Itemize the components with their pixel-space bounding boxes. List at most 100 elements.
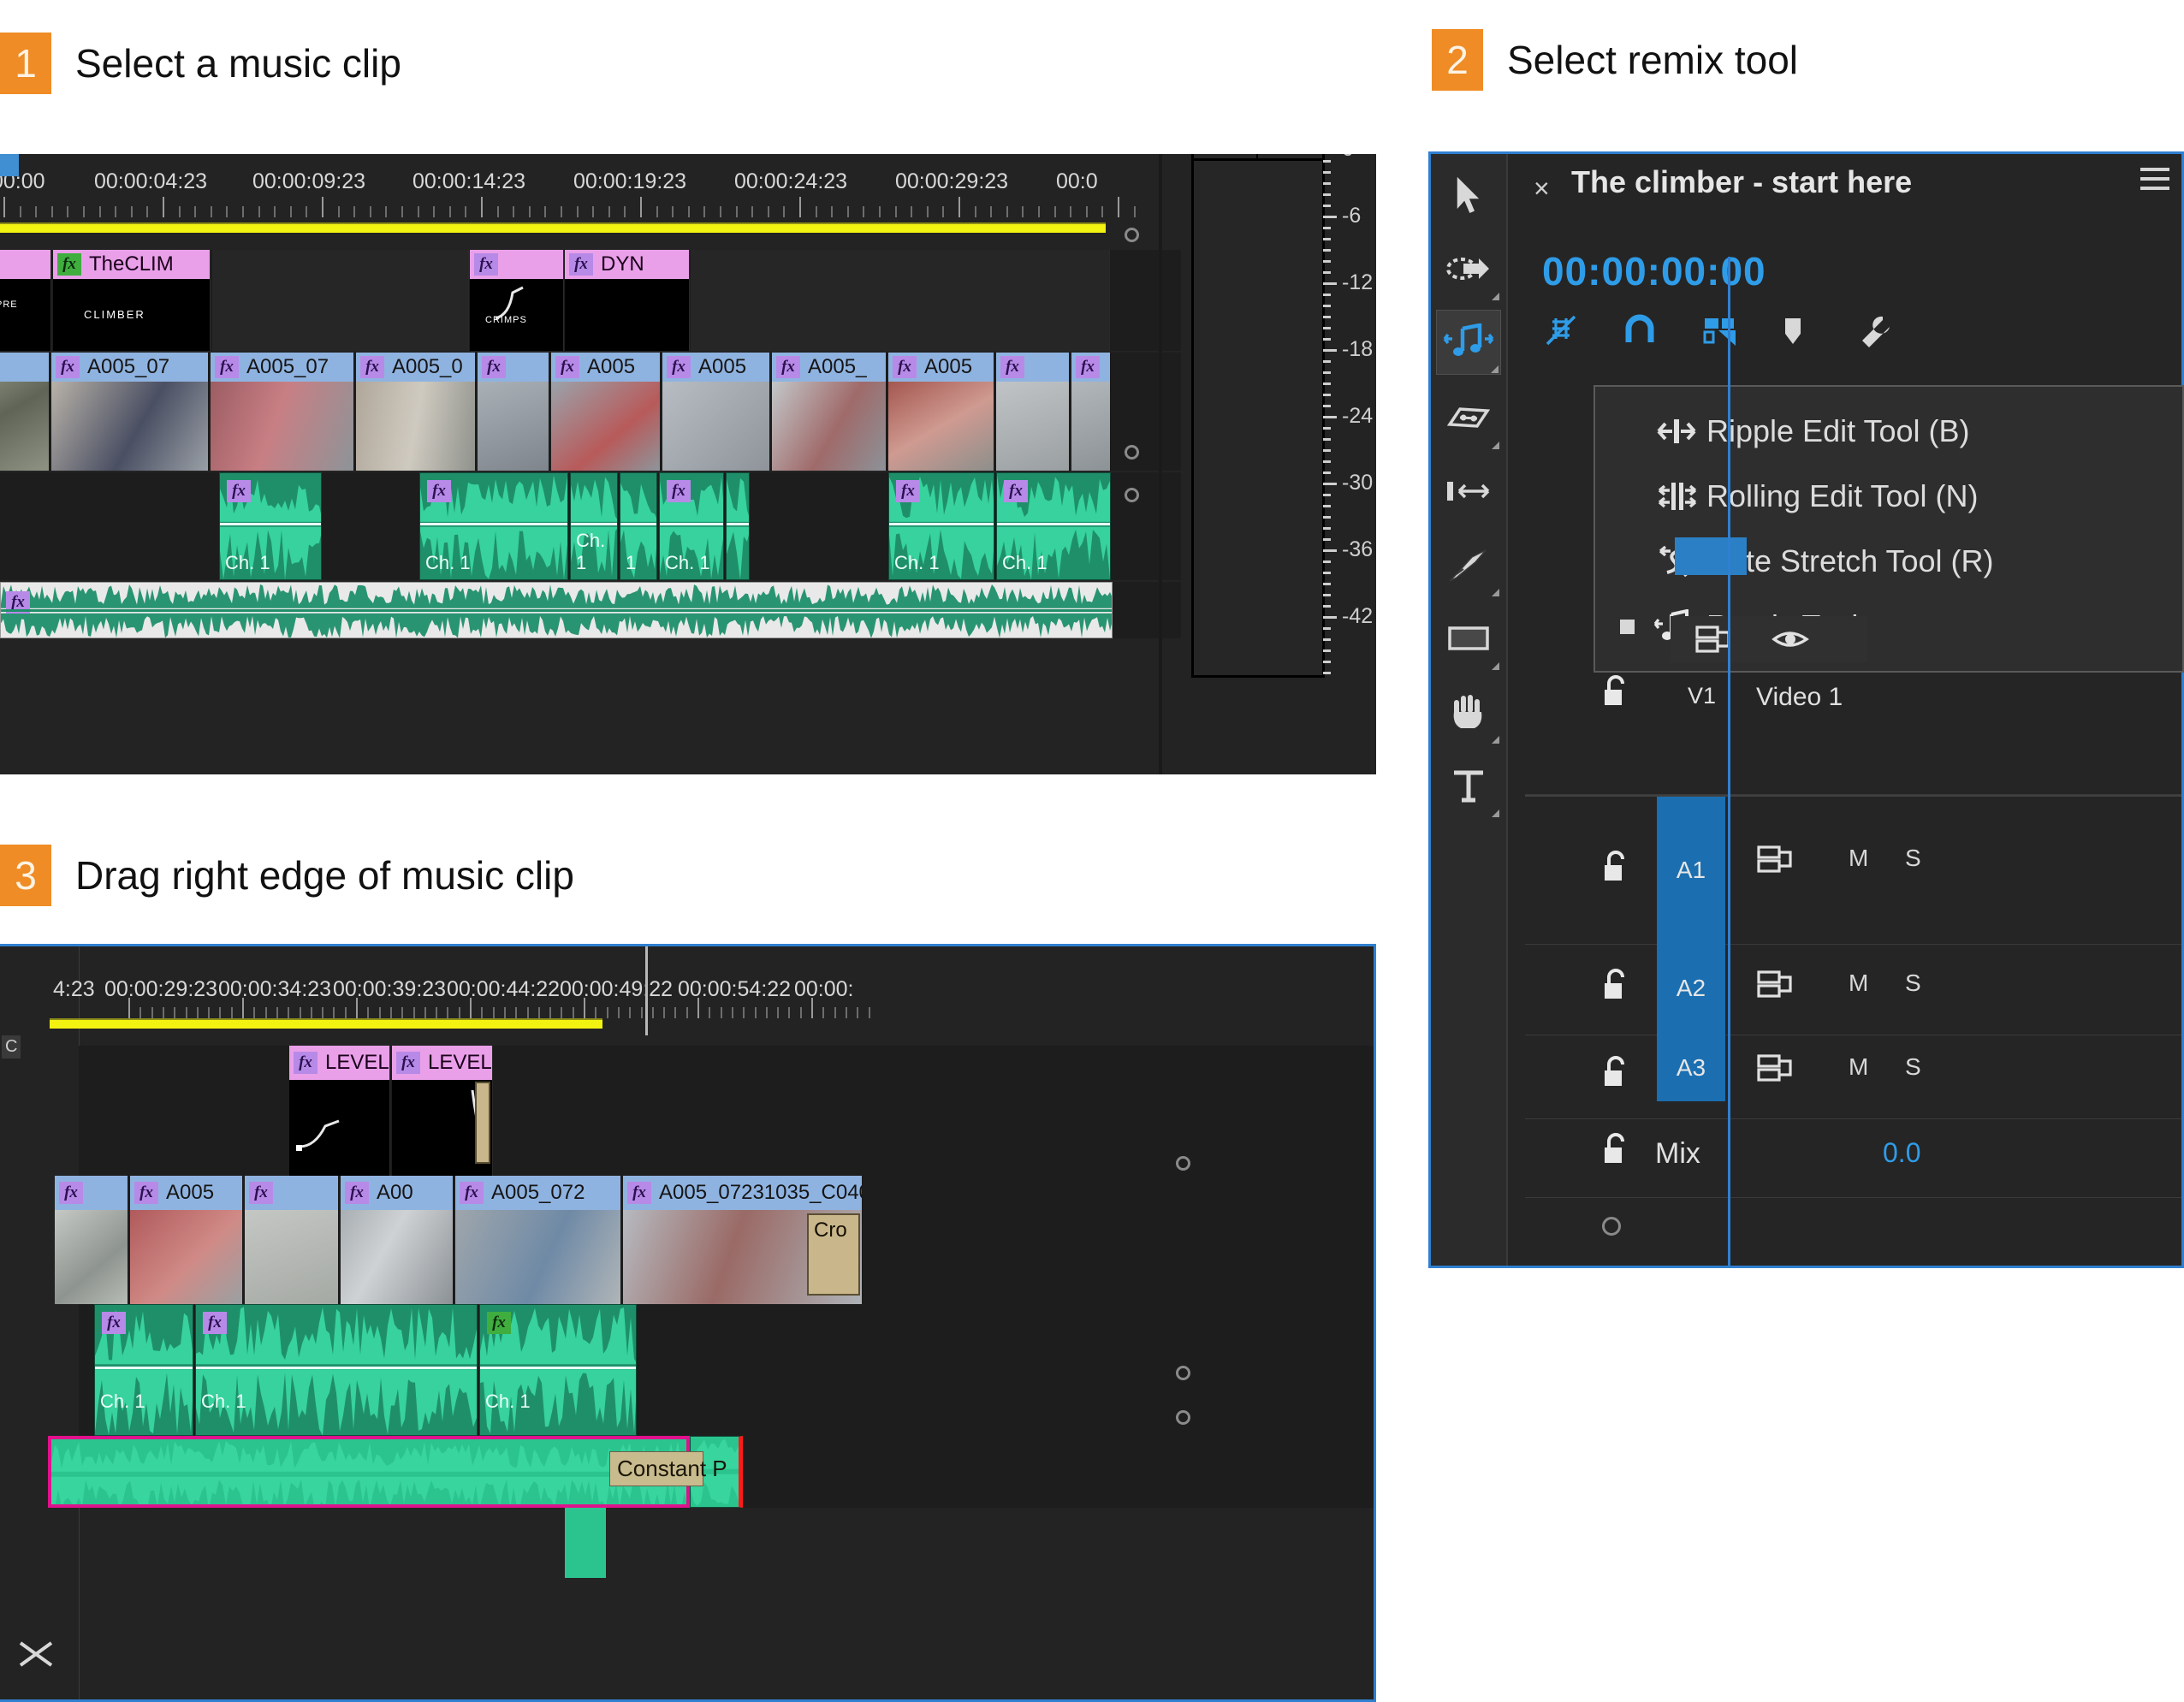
type-tool-button[interactable]: [1436, 753, 1501, 818]
work-area-bar[interactable]: [0, 222, 1106, 233]
track-keyframe-knob[interactable]: [1602, 1217, 1621, 1236]
clip-video[interactable]: fx: [1071, 353, 1111, 471]
track-id-A2[interactable]: A2: [1657, 942, 1725, 1035]
track-keyframe-knob[interactable]: [1176, 1410, 1190, 1425]
track-header-A2[interactable]: A2 M S: [1525, 942, 2181, 1035]
clip-video[interactable]: fx: [996, 353, 1070, 471]
target-track-icon[interactable]: [1756, 970, 1794, 999]
clip-video[interactable]: fx A005: [662, 353, 770, 471]
track-header-Mix[interactable]: Mix 0.0: [1525, 1118, 2181, 1198]
clip-gap[interactable]: [212, 250, 469, 351]
menu-item-rolling-edit-tool[interactable]: Rolling Edit Tool (N): [1595, 464, 2182, 529]
clip-video[interactable]: fx A005: [130, 1176, 243, 1304]
track-keyframe-knob[interactable]: [1125, 488, 1139, 502]
track-row-video-3[interactable]: fx fx A005 fx fx A00 fx A005_072 fx A005…: [55, 1176, 1374, 1304]
work-area-bar[interactable]: [50, 1018, 602, 1029]
clip-audio[interactable]: fx Ch. 1: [479, 1304, 637, 1436]
hand-tool-button[interactable]: [1436, 679, 1501, 744]
clip-music-selected[interactable]: fx: [0, 582, 1113, 638]
clip-audio[interactable]: fx Ch. 1: [996, 472, 1111, 580]
track-id-A3[interactable]: A3: [1657, 1035, 1725, 1101]
clip-video[interactable]: fx A005_07: [51, 353, 209, 471]
track-id-A1[interactable]: A1: [1657, 797, 1725, 944]
clip-audio[interactable]: fx Ch. 1: [219, 472, 322, 580]
clip-audio[interactable]: fx Ch. 1: [94, 1304, 193, 1436]
snap-toggle-button[interactable]: [1621, 311, 1659, 353]
solo-button-A3[interactable]: S: [1905, 1053, 1921, 1081]
clip-audio[interactable]: Ch. 1: [570, 472, 618, 580]
clip-graphic[interactable]: fx LEVEL V1: [289, 1046, 390, 1176]
tools-panel[interactable]: [1431, 154, 1508, 1266]
clip-audio[interactable]: fx Ch. 1: [419, 472, 568, 580]
lock-icon[interactable]: [1600, 968, 1629, 1006]
mix-level-value[interactable]: 0.0: [1883, 1137, 1920, 1169]
sync-lock-button[interactable]: [1700, 311, 1739, 353]
target-track-icon[interactable]: [1756, 845, 1794, 874]
clip-audio[interactable]: fx Ch. 1: [659, 472, 724, 580]
selection-tool-button[interactable]: [1436, 163, 1501, 228]
timeline-settings-button[interactable]: [1857, 311, 1895, 353]
track-header-A1[interactable]: A1 M S: [1525, 795, 2181, 945]
clip-graphic[interactable]: fx TheCLIM CLIMBER: [53, 250, 211, 351]
lock-icon[interactable]: [1600, 1055, 1629, 1094]
clip-video[interactable]: fx A00: [341, 1176, 454, 1304]
timeline-ruler-1[interactable]: 00:0 0 00:00:04:23 00:00:09:23 00:00:14:2…: [0, 154, 1376, 228]
track-keyframe-knob[interactable]: [1125, 228, 1139, 242]
target-track-icon[interactable]: [1756, 1053, 1794, 1082]
track-row-music-3[interactable]: Constant P: [48, 1436, 1374, 1508]
clip-audio[interactable]: 1: [620, 472, 657, 580]
clip-graphic[interactable]: fx LEVEL V: [392, 1046, 493, 1176]
close-icon[interactable]: ×: [1534, 173, 1550, 205]
lock-icon[interactable]: [1600, 850, 1629, 888]
clip-video[interactable]: fx: [0, 353, 50, 471]
transition-clip[interactable]: [475, 1082, 490, 1164]
track-header-column-3[interactable]: C: [0, 946, 80, 1699]
lock-icon[interactable]: [1600, 674, 1629, 713]
track-keyframe-knob[interactable]: [1176, 1156, 1190, 1171]
clip-video[interactable]: fx A005_07: [211, 353, 354, 471]
clip-music-tail[interactable]: [565, 1508, 606, 1578]
clip-graphic[interactable]: fx DYN: [565, 250, 690, 351]
track-keyframe-knob[interactable]: [1125, 445, 1139, 460]
clip-video[interactable]: fx A005: [888, 353, 994, 471]
panel-menu-icon[interactable]: [2140, 168, 2169, 196]
clip-graphic[interactable]: fx PRE: [0, 250, 51, 351]
mute-button-A1[interactable]: M: [1849, 845, 1868, 872]
eye-icon[interactable]: [1772, 626, 1809, 652]
mute-button-A2[interactable]: M: [1849, 970, 1868, 997]
clip-audio[interactable]: fx Ch. 1: [195, 1304, 478, 1436]
clip-video[interactable]: fx A005: [551, 353, 661, 471]
clip-audio[interactable]: [726, 472, 750, 580]
track-header-A3[interactable]: A3 M S: [1525, 1035, 2181, 1119]
timeline-panel-2[interactable]: × The climber - start here 00:00:00:00 R…: [1428, 151, 2184, 1268]
clip-video[interactable]: fx: [478, 353, 549, 471]
solo-button-A1[interactable]: S: [1905, 845, 1921, 872]
mute-button-A3[interactable]: M: [1849, 1053, 1868, 1081]
clip-video[interactable]: fx A005_0: [356, 353, 476, 471]
track-row-graphics-1[interactable]: fx PRE fx TheCLIM CLIMBER fx: [0, 250, 1376, 351]
target-track-icon[interactable]: [1694, 625, 1732, 654]
linked-selection-off-button[interactable]: [1542, 311, 1580, 353]
clip-video[interactable]: fx A005_07231035_C040.m Cro: [623, 1176, 863, 1304]
solo-button-A2[interactable]: S: [1905, 970, 1921, 997]
clip-audio[interactable]: fx Ch. 1: [888, 472, 994, 580]
playhead-timecode[interactable]: 00:00:00:00: [1542, 248, 1766, 294]
pen-tool-button[interactable]: [1436, 532, 1501, 597]
slip-tool-button[interactable]: [1436, 385, 1501, 450]
menu-item-ripple-edit-tool[interactable]: Ripple Edit Tool (B): [1595, 399, 2182, 464]
transition-clip-cross-dissolve[interactable]: Cro: [807, 1213, 860, 1296]
clip-video[interactable]: fx: [55, 1176, 128, 1304]
add-marker-button[interactable]: [1780, 311, 1806, 353]
track-row-video-1[interactable]: fx fx A005_07 fx A005_07 fx A005_0 fx: [0, 353, 1376, 471]
track-row-music-1[interactable]: fx: [0, 582, 1376, 638]
clip-gap[interactable]: [691, 250, 1110, 351]
timeline-panel-3[interactable]: C 4:23 00:00:29:23 00:00:34:23 00:00:39:…: [0, 944, 1376, 1702]
playhead-3[interactable]: [645, 946, 648, 1035]
slide-tool-button[interactable]: [1436, 459, 1501, 524]
clip-music-selected[interactable]: [48, 1436, 690, 1508]
playhead-handle[interactable]: [0, 154, 19, 176]
track-row-audio-1[interactable]: fx Ch. 1 fx Ch. 1 Ch. 1 1 fx Ch. 1 fx Ch…: [0, 472, 1376, 580]
track-select-forward-tool-button[interactable]: [1436, 236, 1501, 301]
clip-graphic[interactable]: fx CRIMPS: [470, 250, 564, 351]
timeline-panel-1[interactable]: 00:0 0 00:00:04:23 00:00:09:23 00:00:14:2…: [0, 154, 1376, 774]
